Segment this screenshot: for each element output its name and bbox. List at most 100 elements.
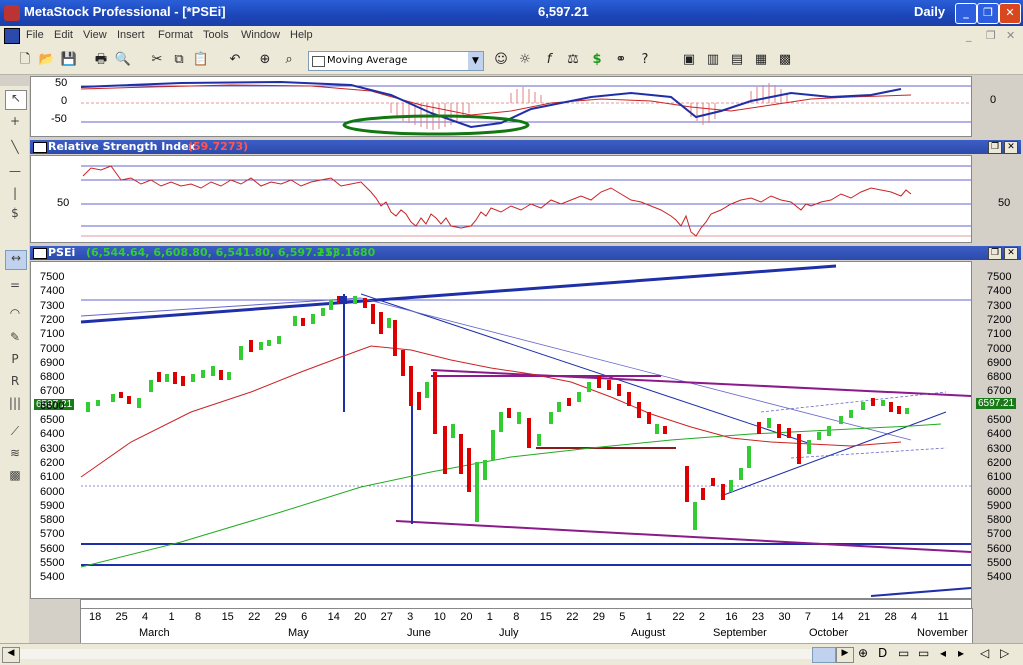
- undo-icon[interactable]: ↶: [226, 51, 244, 69]
- price-maximize-button[interactable]: ❐: [988, 247, 1002, 260]
- window-arrange-icon[interactable]: ▦: [752, 51, 770, 69]
- rsi-close-button[interactable]: ✕: [1004, 141, 1018, 154]
- paste-icon[interactable]: 📋: [192, 51, 210, 69]
- rsi-panel[interactable]: Relative Strength Index (59.7273) ❐ ✕ 50…: [30, 140, 1021, 243]
- system-tester-icon[interactable]: ⚖: [564, 51, 582, 69]
- page-left-icon[interactable]: ◁: [980, 646, 989, 660]
- menu-file[interactable]: File: [26, 29, 44, 41]
- save-icon[interactable]: 💾: [60, 51, 78, 69]
- chart-window-2-icon[interactable]: ▭: [918, 646, 929, 660]
- price-ylabel-7100: 7100: [40, 328, 65, 341]
- mdi-close-button[interactable]: ✕: [1006, 29, 1015, 42]
- cut-icon[interactable]: ✂: [148, 51, 166, 69]
- price-ylabel-6900: 6900: [40, 356, 65, 369]
- scroll-right-button[interactable]: ▶: [836, 647, 854, 663]
- copy-icon[interactable]: ⧉: [170, 51, 188, 69]
- macd-panel[interactable]: 50 0 -50: [30, 76, 972, 137]
- rsi-title: Relative Strength Index: [48, 140, 196, 153]
- menu-view[interactable]: View: [83, 29, 107, 41]
- r-tool-icon[interactable]: R: [5, 374, 25, 392]
- date-axis-day: 20: [460, 611, 473, 623]
- close-button[interactable]: ✕: [999, 3, 1021, 24]
- date-axis-day: 14: [831, 611, 844, 623]
- checker-tool-icon[interactable]: ▩: [5, 468, 25, 486]
- horizontal-line-tool-icon[interactable]: —: [5, 164, 25, 182]
- mdi-minimize-button[interactable]: _: [966, 29, 972, 42]
- zoom-in-icon[interactable]: ⊕: [858, 646, 868, 660]
- macd-line: [80, 80, 902, 129]
- print-preview-icon[interactable]: 🔍: [114, 51, 132, 69]
- zoom-icon[interactable]: ⌕: [280, 51, 298, 69]
- scroll-left-button[interactable]: ◀: [2, 647, 20, 663]
- scroll-arrows-icon[interactable]: ↔: [5, 250, 27, 270]
- date-axis-month: November: [917, 627, 968, 639]
- page-right-icon[interactable]: ▷: [1000, 646, 1009, 660]
- p-tool-icon[interactable]: P: [5, 352, 25, 370]
- price-ylabel-5800: 5800: [40, 514, 65, 527]
- crosshair-tool-icon[interactable]: +: [5, 114, 25, 132]
- menu-window[interactable]: Window: [241, 29, 280, 41]
- window-cascade-icon[interactable]: ▣: [680, 51, 698, 69]
- price-ylabel-6400: 6400: [987, 428, 1012, 441]
- open-icon[interactable]: 📂: [38, 51, 56, 69]
- price-ylabel-6800: 6800: [987, 371, 1012, 384]
- purple-channel-bottom: [395, 520, 971, 553]
- chevron-down-icon[interactable]: ▼: [468, 52, 483, 70]
- menu-format[interactable]: Format: [158, 29, 193, 41]
- bars-tool-icon[interactable]: |||: [5, 396, 25, 414]
- price-ylabel-6200: 6200: [987, 456, 1012, 469]
- print-icon[interactable]: 🖶: [92, 51, 110, 69]
- expert-icon[interactable]: ☺: [492, 51, 510, 69]
- dollar-icon[interactable]: $: [588, 51, 606, 69]
- window-grid-icon[interactable]: ▩: [776, 51, 794, 69]
- date-axis-day: 30: [778, 611, 791, 623]
- scrollbar-thumb[interactable]: [812, 647, 836, 663]
- horizontal-scrollbar[interactable]: [20, 649, 830, 659]
- menu-insert[interactable]: Insert: [117, 29, 145, 41]
- date-axis-day: 29: [274, 611, 287, 623]
- equal-lines-icon[interactable]: =: [5, 278, 25, 296]
- formula-icon[interactable]: f: [540, 51, 558, 69]
- minimize-button[interactable]: _: [955, 3, 977, 24]
- date-axis-days: 18 25 4 1 8 15 22 29 6 14 20 27 3 10 20 1 8 15 22 29 5 1 22 2 16…: [81, 611, 972, 625]
- pencil-tool-icon[interactable]: ✎: [5, 330, 25, 348]
- binoculars-icon[interactable]: ⚭: [612, 51, 630, 69]
- document-icon[interactable]: [4, 28, 20, 44]
- date-axis: 18 25 4 1 8 15 22 29 6 14 20 27 3 10 20 1 8 15 22 29 5 1 22 2 16…: [80, 608, 973, 644]
- symbol-tool-icon[interactable]: $: [5, 206, 25, 224]
- price-close-button[interactable]: ✕: [1004, 247, 1018, 260]
- explorer-icon[interactable]: ☼: [516, 51, 534, 69]
- vertical-line-tool-icon[interactable]: |: [5, 186, 25, 204]
- window-tile-horizontal-icon[interactable]: ▤: [728, 51, 746, 69]
- mdi-restore-button[interactable]: ❐: [986, 29, 996, 42]
- indicator-select[interactable]: Moving Average ▼: [308, 51, 484, 71]
- chart-window-icon[interactable]: ▭: [898, 646, 909, 660]
- density-icon[interactable]: D: [878, 646, 887, 660]
- app-logo-icon[interactable]: [4, 5, 20, 21]
- fan-tool-icon[interactable]: ⟋: [5, 424, 25, 442]
- new-icon[interactable]: 🗋: [16, 51, 34, 69]
- price-chart-area: 6597.21: [30, 261, 972, 599]
- select-pointer-icon[interactable]: ↖: [5, 90, 27, 110]
- menu-edit[interactable]: Edit: [54, 29, 73, 41]
- window-tile-vertical-icon[interactable]: ▥: [704, 51, 722, 69]
- macd-histogram: [390, 83, 788, 130]
- rsi-maximize-button[interactable]: ❐: [988, 141, 1002, 154]
- price-last-tag-right: 6597.21: [976, 398, 1017, 409]
- price-panel[interactable]: PSEi (6,544.64, 6,608.80, 6,541.80, 6,59…: [30, 246, 1021, 599]
- menu-tools[interactable]: Tools: [203, 29, 229, 41]
- help-pointer-icon[interactable]: ?: [636, 51, 654, 69]
- trendline-tool-icon[interactable]: ╲: [5, 140, 25, 158]
- crosshair-icon[interactable]: ⊕: [256, 51, 274, 69]
- price-ylabel-7300: 7300: [987, 299, 1012, 312]
- macd-ylabel-0: 0: [61, 95, 68, 107]
- fibonacci-tool-icon[interactable]: ≋: [5, 446, 25, 464]
- rsi-value: (59.7273): [188, 140, 249, 153]
- arc-tool-icon[interactable]: ◠: [5, 306, 25, 324]
- arrow-left-icon[interactable]: ◂: [940, 646, 946, 660]
- macd-highlight-ellipse: [342, 114, 530, 136]
- menu-help[interactable]: Help: [290, 29, 313, 41]
- price-ylabel-5900: 5900: [40, 499, 65, 512]
- arrow-right-icon[interactable]: ▸: [958, 646, 964, 660]
- maximize-button[interactable]: ❐: [977, 3, 999, 24]
